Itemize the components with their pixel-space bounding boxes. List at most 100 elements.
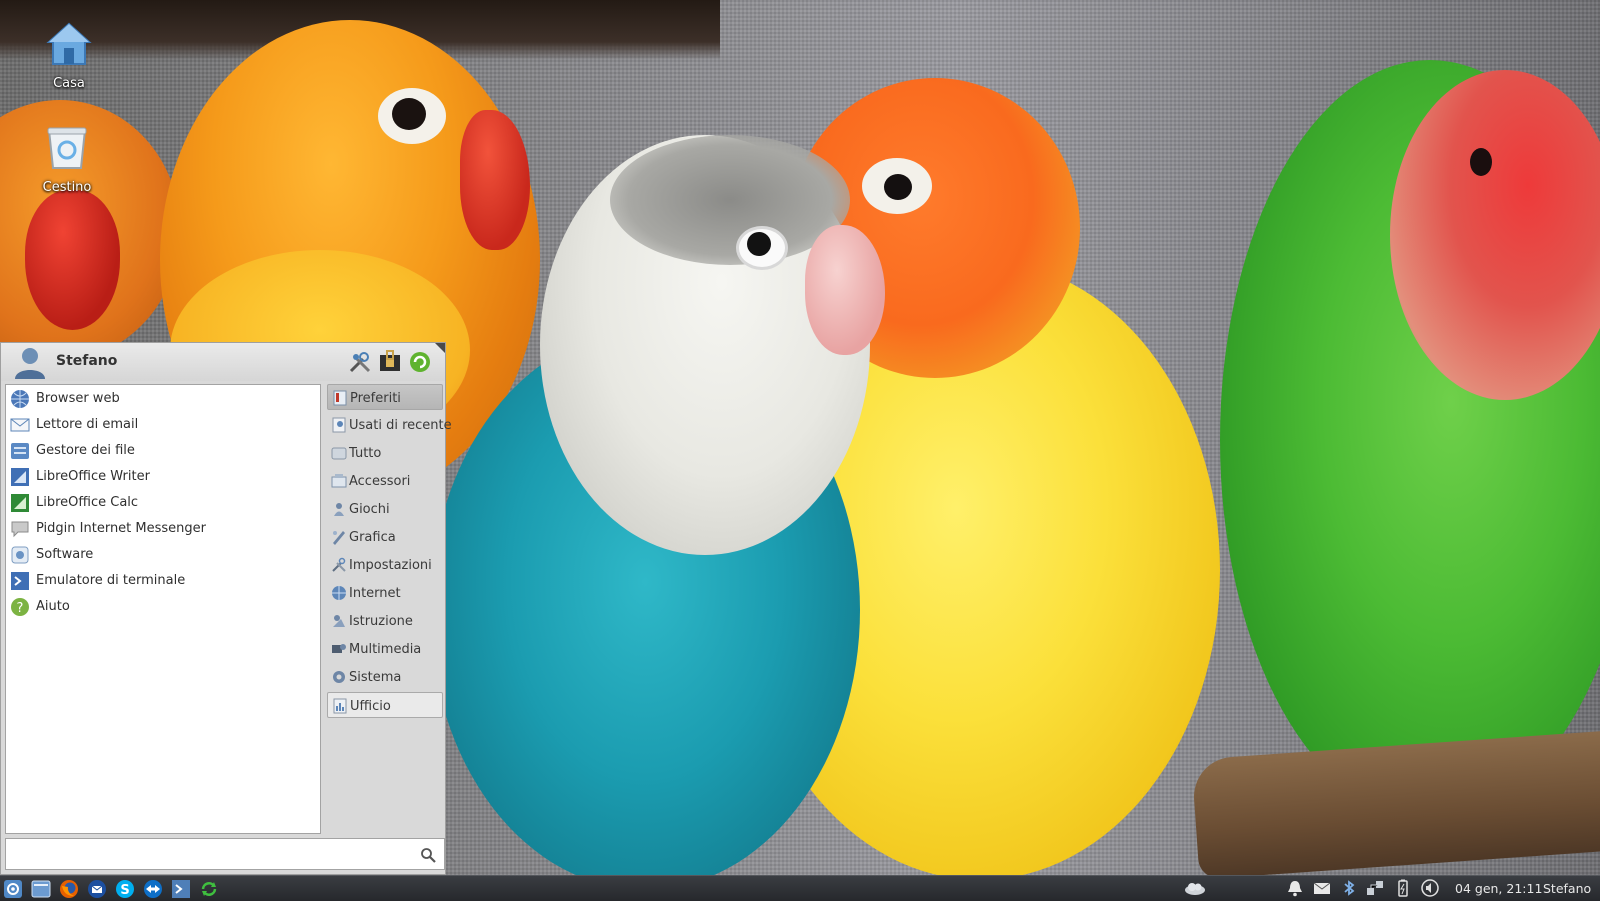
lock-screen-icon[interactable] — [377, 349, 403, 375]
multimedia-icon — [332, 644, 346, 653]
category-accessories[interactable]: Accessori — [327, 468, 443, 494]
office-icon — [333, 698, 347, 714]
app-item-browser[interactable]: Browser web — [8, 387, 308, 411]
app-item-label: Browser web — [36, 391, 120, 406]
category-games[interactable]: Giochi — [327, 496, 443, 522]
category-label: Tutto — [349, 446, 382, 461]
software-icon — [11, 546, 29, 564]
app-item-help[interactable]: ? Aiuto — [8, 595, 308, 619]
home-icon — [46, 22, 92, 65]
category-label: Ufficio — [350, 699, 391, 714]
category-label: Sistema — [349, 670, 402, 685]
notification-bell-icon[interactable] — [1286, 879, 1304, 897]
teamviewer-icon[interactable] — [143, 879, 163, 899]
skype-icon[interactable]: S — [115, 879, 135, 899]
category-graphics[interactable]: Grafica — [327, 524, 443, 550]
category-all[interactable]: Tutto — [327, 440, 443, 466]
category-label: Impostazioni — [349, 558, 432, 573]
app-item-label: LibreOffice Writer — [36, 469, 150, 484]
mail-icon[interactable] — [1313, 879, 1331, 897]
menu-corner-handle[interactable] — [435, 343, 445, 353]
svg-text:?: ? — [17, 601, 24, 616]
weather-icon[interactable] — [1183, 879, 1207, 897]
bluetooth-icon[interactable] — [1340, 879, 1358, 897]
help-icon: ? — [11, 598, 29, 616]
system-gear-icon — [333, 671, 345, 683]
file-manager-icon — [11, 443, 29, 459]
trash-icon — [47, 127, 87, 169]
menu-search-box — [5, 838, 445, 870]
app-item-pidgin[interactable]: Pidgin Internet Messenger — [8, 517, 308, 541]
menu-icon[interactable] — [3, 879, 23, 899]
menu-search-input[interactable] — [10, 843, 414, 867]
menu-user-name: Stefano — [56, 353, 118, 369]
desktop-icon-home[interactable]: Casa — [24, 20, 114, 91]
category-favorites[interactable]: Preferiti — [327, 384, 443, 410]
category-label: Accessori — [349, 474, 411, 489]
terminal-icon — [11, 572, 29, 590]
category-list: Preferiti Usati di recente Tutto Accesso… — [327, 384, 452, 834]
category-label: Istruzione — [349, 614, 413, 629]
app-item-label: Emulatore di terminale — [36, 573, 186, 588]
taskbar-clock[interactable]: 04 gen, 21:11 — [1455, 881, 1542, 896]
graphics-icon — [333, 531, 345, 545]
recent-icon — [332, 417, 346, 433]
app-item-label: Lettore di email — [36, 417, 139, 432]
app-item-writer[interactable]: LibreOffice Writer — [8, 465, 308, 489]
category-label: Multimedia — [349, 642, 422, 657]
category-office[interactable]: Ufficio — [327, 692, 443, 718]
category-system[interactable]: Sistema — [327, 664, 443, 690]
accessories-icon — [331, 474, 347, 488]
favorites-app-list: Browser web Lettore di email Gestore dei… — [5, 384, 321, 834]
app-item-label: Gestore dei file — [36, 443, 135, 458]
all-apps-icon — [331, 447, 347, 460]
category-recent[interactable]: Usati di recente — [327, 412, 452, 438]
search-icon[interactable] — [420, 847, 436, 863]
category-education[interactable]: Istruzione — [327, 608, 443, 634]
internet-globe-icon — [332, 586, 346, 600]
app-item-label: Aiuto — [36, 599, 70, 614]
network-icon[interactable] — [1366, 879, 1384, 897]
app-item-email[interactable]: Lettore di email — [8, 413, 308, 437]
calc-icon — [11, 494, 29, 512]
terminal-icon[interactable] — [171, 879, 191, 899]
category-label: Preferiti — [350, 391, 401, 406]
logout-icon[interactable] — [407, 349, 433, 375]
taskbar-user[interactable]: Stefano — [1543, 881, 1591, 896]
show-desktop-icon[interactable] — [31, 879, 51, 899]
volume-icon[interactable] — [1421, 879, 1439, 897]
education-icon — [333, 615, 345, 627]
thunderbird-icon[interactable] — [87, 879, 107, 899]
category-label: Giochi — [349, 502, 390, 517]
menu-header: Stefano — [1, 343, 445, 381]
taskbar: S 04 gen, 21:11 Stefano — [0, 875, 1600, 901]
desktop-icon-label: Cestino — [42, 180, 92, 195]
settings-icon — [332, 557, 346, 572]
app-item-label: Pidgin Internet Messenger — [36, 521, 206, 536]
category-label: Grafica — [349, 530, 396, 545]
category-multimedia[interactable]: Multimedia — [327, 636, 443, 662]
app-item-calc[interactable]: LibreOffice Calc — [8, 491, 308, 515]
app-item-terminal[interactable]: Emulatore di terminale — [8, 569, 308, 593]
favorites-icon — [333, 390, 347, 406]
battery-icon[interactable] — [1394, 879, 1412, 897]
mail-icon — [10, 418, 30, 432]
firefox-icon[interactable] — [59, 879, 79, 899]
svg-text:S: S — [120, 883, 129, 898]
settings-tools-icon[interactable] — [347, 349, 373, 375]
app-item-software[interactable]: Software — [8, 543, 308, 567]
category-internet[interactable]: Internet — [327, 580, 443, 606]
user-avatar-icon — [15, 348, 45, 379]
chat-bubble-icon — [11, 521, 29, 538]
app-item-file-manager[interactable]: Gestore dei file — [8, 439, 308, 463]
app-item-label: Software — [36, 547, 94, 562]
category-label: Internet — [349, 586, 401, 601]
category-settings[interactable]: Impostazioni — [327, 552, 443, 578]
writer-icon — [11, 468, 29, 486]
games-icon — [334, 503, 344, 516]
desktop-icon-trash[interactable]: Cestino — [22, 124, 112, 195]
start-menu: Stefano Browser web Lettore di email Ges… — [0, 342, 452, 875]
refresh-icon[interactable] — [199, 879, 219, 899]
app-item-label: LibreOffice Calc — [36, 495, 139, 510]
category-label: Usati di recente — [349, 418, 452, 433]
